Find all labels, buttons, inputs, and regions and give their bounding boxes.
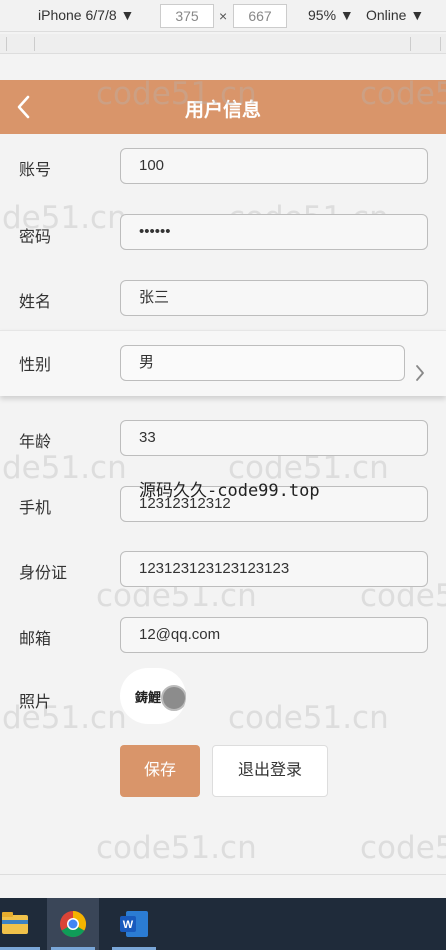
- os-taskbar: W: [0, 898, 446, 950]
- svg-text:W: W: [123, 919, 134, 931]
- age-row: 年龄 33: [0, 420, 446, 476]
- divider: [0, 874, 446, 875]
- id-card-label: 身份证: [19, 565, 68, 582]
- save-button[interactable]: 保存: [120, 745, 200, 797]
- email-label: 邮箱: [19, 631, 52, 648]
- overlay-watermark-text: 源码久久-code99.top: [139, 481, 320, 501]
- account-field[interactable]: 100: [120, 148, 428, 184]
- watermark: code51.cn: [360, 830, 446, 866]
- name-label: 姓名: [19, 294, 52, 311]
- photo-avatar[interactable]: 鋳鯉: [120, 668, 186, 724]
- folder-icon: [2, 912, 28, 934]
- password-label: 密码: [19, 229, 52, 246]
- email-field[interactable]: 12@qq.com: [120, 617, 428, 653]
- viewport-width-input[interactable]: 375: [160, 4, 214, 28]
- email-row: 邮箱 12@qq.com: [0, 616, 446, 672]
- dimension-separator: ×: [219, 8, 228, 24]
- id-card-row: 身份证 123123123123123123: [0, 550, 446, 606]
- phone-label: 手机: [19, 500, 52, 517]
- taskbar-word[interactable]: W: [108, 898, 160, 950]
- chevron-right-icon[interactable]: [414, 363, 426, 383]
- taskbar-file-explorer[interactable]: [0, 898, 44, 950]
- media-query-ruler: [0, 34, 446, 54]
- photo-blob: [161, 685, 186, 711]
- page-header: 用户信息: [0, 80, 446, 134]
- taskbar-chrome[interactable]: [47, 898, 99, 950]
- gender-row[interactable]: 性别 男: [0, 330, 446, 396]
- zoom-selector[interactable]: 95% ▼: [308, 7, 354, 23]
- page-title: 用户信息: [184, 100, 261, 121]
- gender-select[interactable]: 男: [120, 345, 405, 381]
- name-row: 姓名 张三: [0, 278, 446, 334]
- age-field[interactable]: 33: [120, 420, 428, 456]
- account-row: 账号 100: [0, 148, 446, 204]
- word-icon: W: [120, 911, 148, 937]
- account-label: 账号: [19, 162, 52, 179]
- network-throttle-selector[interactable]: Online ▼: [366, 7, 424, 23]
- photo-signature: 鋳鯉: [135, 691, 162, 706]
- viewport-height-input[interactable]: 667: [233, 4, 287, 28]
- gender-label: 性别: [19, 357, 52, 374]
- id-card-field[interactable]: 123123123123123123: [120, 551, 428, 587]
- password-row: 密码 ••••••: [0, 213, 446, 269]
- chrome-icon: [60, 910, 87, 938]
- watermark: code51.cn: [228, 700, 389, 736]
- watermark: code51.cn: [96, 830, 257, 866]
- device-selector[interactable]: iPhone 6/7/8 ▼: [38, 7, 134, 23]
- age-label: 年龄: [19, 434, 52, 451]
- devtools-toolbar: iPhone 6/7/8 ▼ 375 × 667 95% ▼ Online ▼: [0, 0, 446, 32]
- password-field[interactable]: ••••••: [120, 214, 428, 250]
- photo-label: 照片: [19, 694, 52, 711]
- name-field[interactable]: 张三: [120, 280, 428, 316]
- logout-button[interactable]: 退出登录: [212, 745, 328, 797]
